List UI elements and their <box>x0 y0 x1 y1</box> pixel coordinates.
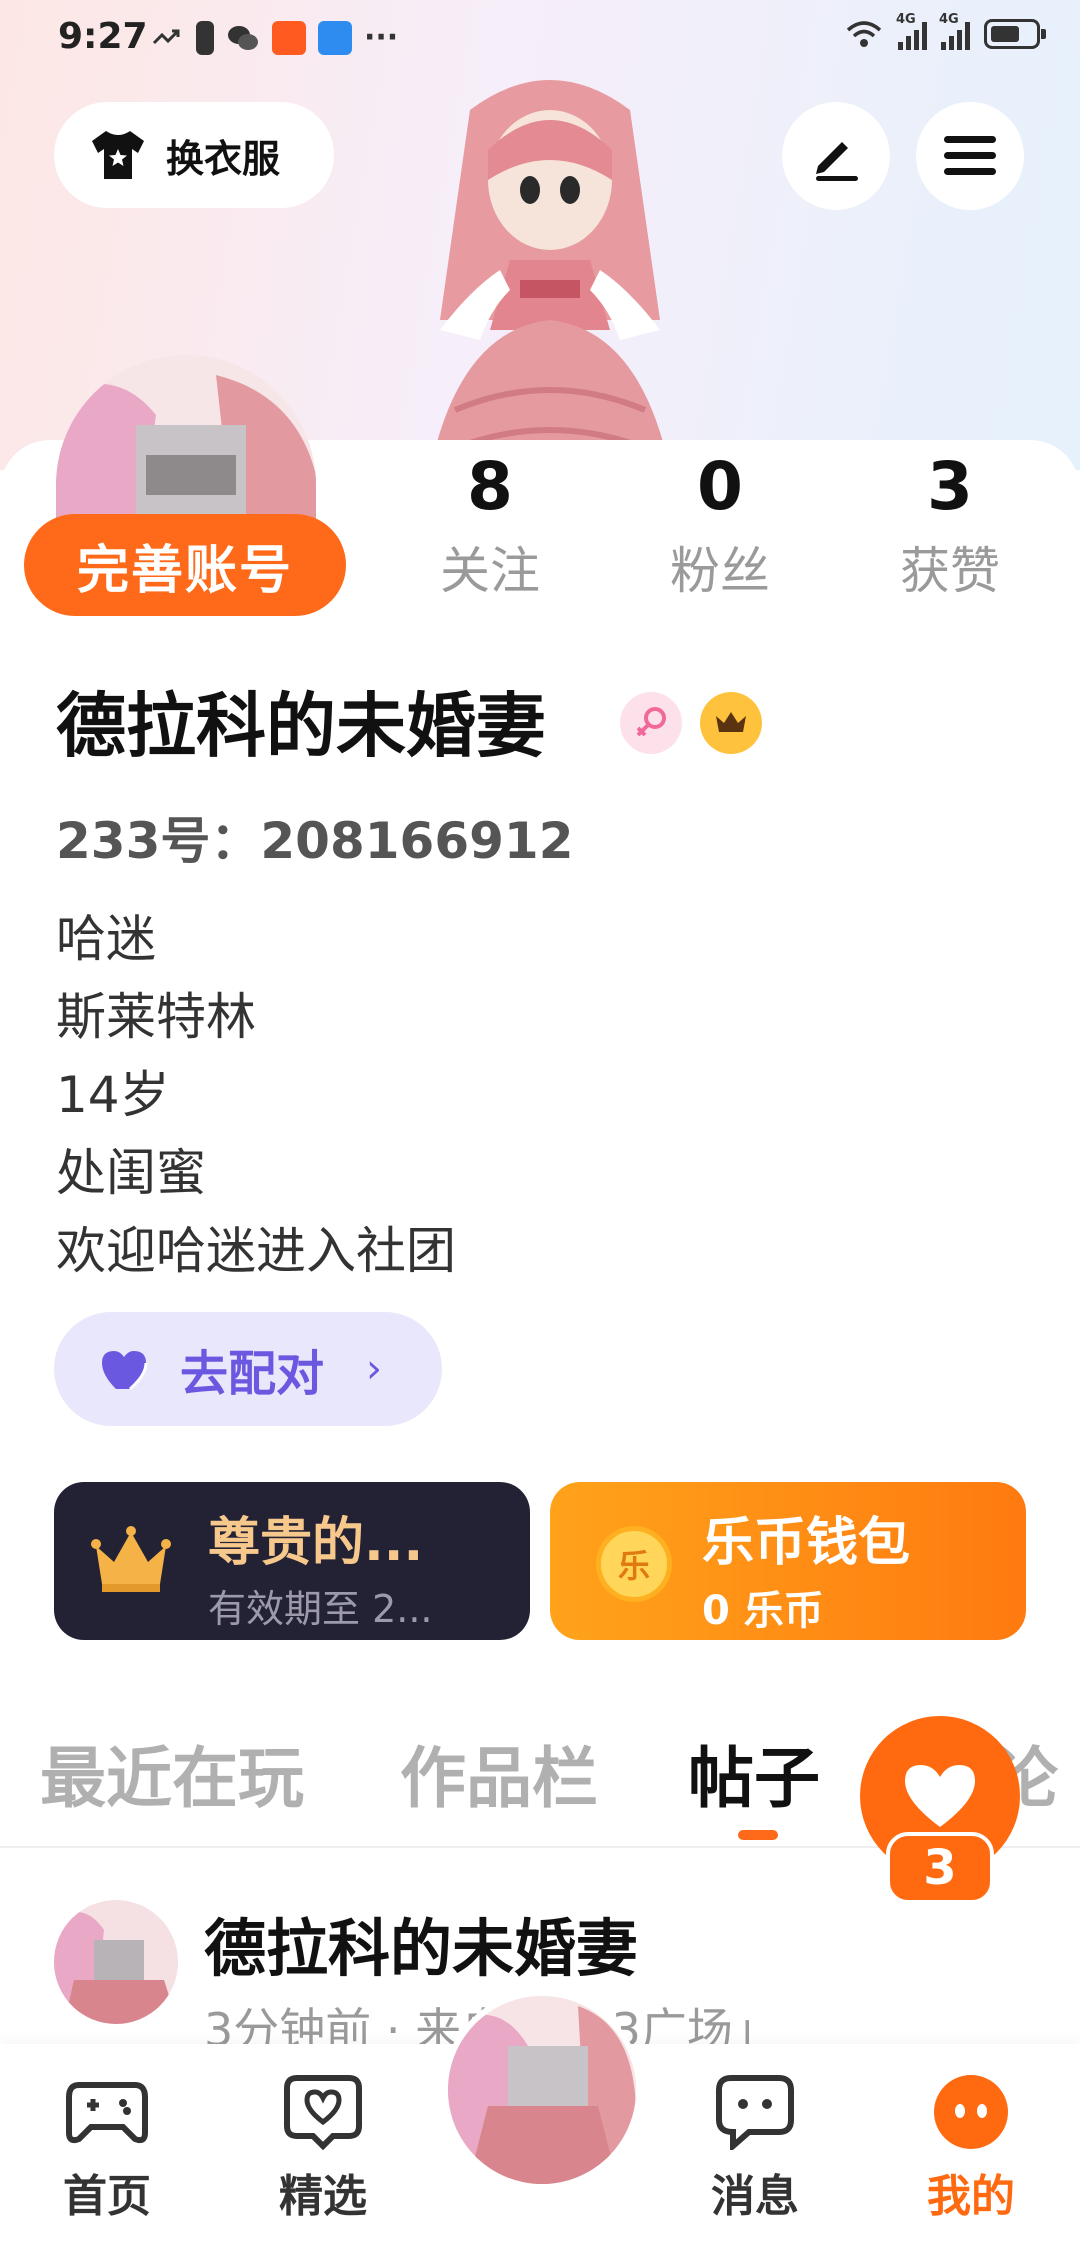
missed-call-icon <box>152 29 180 44</box>
nav-me-label: 我的 <box>927 2171 1015 2222</box>
message-icon <box>713 2070 797 2154</box>
center-avatar-image <box>448 1996 636 2184</box>
nav-messages[interactable]: 消息 <box>680 2070 830 2224</box>
edit-pen-icon <box>816 142 858 181</box>
menu-button[interactable] <box>916 102 1024 210</box>
signal-4g-icon-1: 4G <box>896 12 927 50</box>
gamepad-icon <box>65 2070 149 2154</box>
wallet-balance: 0 乐币 <box>702 1588 824 1634</box>
vip-title: 尊贵的... <box>208 1513 424 1573</box>
stat-likes[interactable]: 3 获赞 <box>870 444 1030 606</box>
female-gender-badge <box>620 692 682 754</box>
avatar-3d-figure[interactable] <box>360 70 740 470</box>
stat-fans[interactable]: 0 粉丝 <box>640 444 800 606</box>
double-heart-icon <box>102 1351 148 1391</box>
go-match-label: 去配对 <box>180 1346 325 1402</box>
complete-account-button[interactable]: 完善账号 <box>24 514 346 616</box>
bio-line: 处闺蜜 <box>56 1144 206 1202</box>
likes-count: 3 <box>927 448 973 525</box>
tab-recently-played[interactable]: 最近在玩 <box>40 1734 304 1824</box>
nav-me[interactable]: 我的 <box>896 2070 1046 2224</box>
status-notification-icons: ··· <box>150 20 398 55</box>
tab-works[interactable]: 作品栏 <box>400 1734 598 1824</box>
vip-expiry: 有效期至 2... <box>208 1587 433 1631</box>
crown-icon <box>716 712 746 732</box>
weather-icon <box>318 20 352 55</box>
nav-featured[interactable]: 精选 <box>248 2070 398 2224</box>
nav-home[interactable]: 首页 <box>32 2070 182 2224</box>
tshirt-icon <box>92 131 144 179</box>
nav-featured-label: 精选 <box>279 2171 367 2222</box>
heart-icon <box>905 1765 975 1827</box>
likes-label: 获赞 <box>900 542 1000 600</box>
sim-icon <box>196 20 214 55</box>
bio-line: 斯莱特林 <box>56 988 256 1046</box>
following-label: 关注 <box>440 542 540 600</box>
menu-icon <box>944 136 996 175</box>
profile-face-icon <box>929 2070 1013 2154</box>
bio-line: 14岁 <box>56 1066 170 1124</box>
coin-icon: 乐 <box>596 1526 672 1602</box>
gold-crown-icon <box>91 1526 171 1592</box>
post-author-name[interactable]: 德拉科的未婚妻 <box>204 1904 638 1994</box>
bio-line: 哈迷 <box>56 910 156 968</box>
female-icon <box>636 707 666 737</box>
nav-home-label: 首页 <box>63 2171 151 2222</box>
post-avatar-image <box>54 1900 178 2024</box>
vip-membership-card[interactable]: 尊贵的... 有效期至 2... <box>54 1482 530 1640</box>
heart-chat-icon <box>281 2070 365 2154</box>
like-count: 3 <box>886 1832 994 1904</box>
signal-4g-icon-2: 4G <box>939 12 970 50</box>
status-bar: 9:27 ··· 4G 4G <box>0 0 1080 80</box>
change-outfit-label: 换衣服 <box>166 136 281 181</box>
chevron-right-icon: › <box>366 1346 383 1392</box>
status-system-icons: 4G 4G <box>844 12 1046 50</box>
stat-following[interactable]: 8 关注 <box>410 444 570 606</box>
edit-profile-button[interactable] <box>782 102 890 210</box>
bio: 哈迷 斯莱特林 14岁 处闺蜜 欢迎哈迷进入社团 <box>56 900 456 1290</box>
following-count: 8 <box>467 448 513 525</box>
post-author-avatar[interactable] <box>54 1900 178 2024</box>
nav-center-avatar-button[interactable] <box>442 1990 642 2190</box>
go-match-button[interactable]: 去配对 › <box>54 1312 442 1426</box>
active-tab-indicator <box>738 1830 778 1840</box>
coin-glyph: 乐 <box>617 1547 650 1585</box>
fans-label: 粉丝 <box>670 542 770 600</box>
wechat-icon <box>228 25 258 50</box>
tab-posts[interactable]: 帖子 <box>688 1734 820 1824</box>
lecoin-wallet-card[interactable]: 乐 乐币钱包 0 乐币 <box>550 1482 1026 1640</box>
more-notifications-icon: ··· <box>364 20 399 55</box>
bio-line: 欢迎哈迷进入社团 <box>56 1222 456 1280</box>
user-id: 233号：208166912 <box>56 812 574 870</box>
change-outfit-button[interactable]: 换衣服 <box>54 102 334 208</box>
kuaishou-icon <box>272 20 306 55</box>
wifi-icon <box>846 21 882 47</box>
username: 德拉科的未婚妻 <box>56 685 546 767</box>
battery-icon <box>984 19 1046 49</box>
nav-messages-label: 消息 <box>711 2171 799 2222</box>
like-floating-button[interactable]: 3 <box>860 1716 1020 1906</box>
status-time: 9:27 <box>58 16 148 57</box>
wallet-title: 乐币钱包 <box>702 1513 911 1573</box>
fans-count: 0 <box>697 448 743 525</box>
vip-crown-badge[interactable] <box>700 692 762 754</box>
